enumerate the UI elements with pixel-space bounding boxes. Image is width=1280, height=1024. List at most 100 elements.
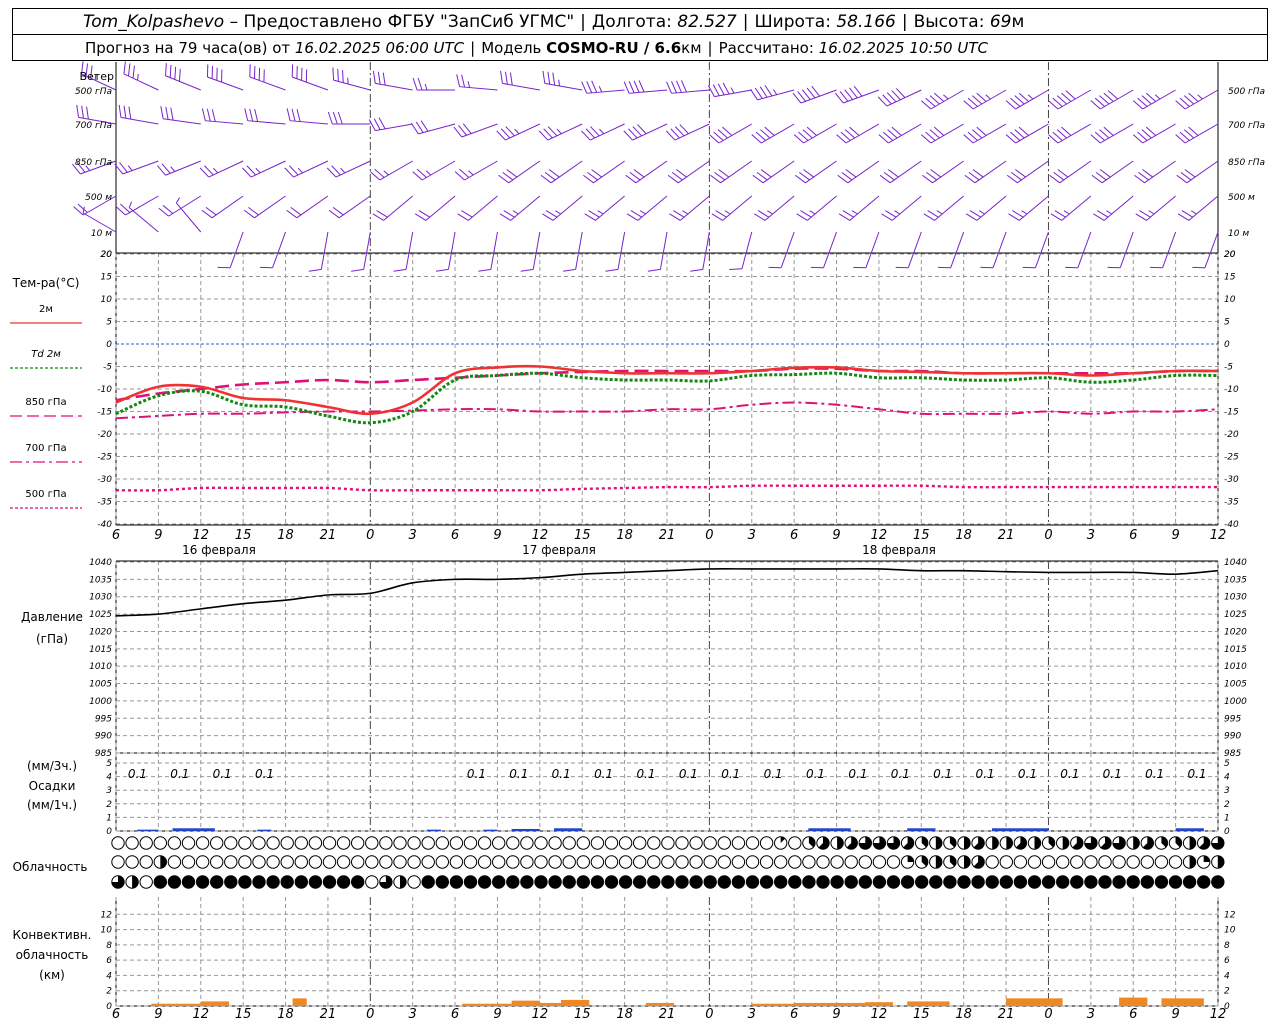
barb-flag bbox=[205, 206, 217, 216]
cloud-cover-symbol bbox=[745, 836, 760, 850]
precip-tick-left: 5 bbox=[106, 759, 112, 769]
barb-staff bbox=[934, 195, 965, 221]
press-tick-right: 995 bbox=[1224, 714, 1241, 724]
cloud-circle bbox=[435, 855, 449, 869]
cloud-cover-symbol bbox=[1013, 855, 1028, 869]
cloud-circle bbox=[1070, 875, 1084, 889]
cloud-cover-symbol bbox=[1056, 836, 1070, 850]
cloud-cover-symbol bbox=[1140, 855, 1155, 869]
cloud-cover-symbol bbox=[336, 855, 351, 869]
cloud-cover-symbol bbox=[590, 836, 605, 850]
cloud-cover-symbol bbox=[915, 836, 929, 850]
cloud-cover-symbol bbox=[1084, 875, 1098, 889]
cloud-cover-symbol bbox=[562, 875, 576, 889]
temp-tick-left: 0 bbox=[106, 340, 112, 350]
barb-flag bbox=[965, 213, 978, 221]
cloud-circle bbox=[844, 855, 858, 869]
press-tick-right: 1025 bbox=[1224, 610, 1247, 620]
barb-flag bbox=[710, 174, 721, 184]
cloud-cover-symbol bbox=[943, 875, 957, 889]
press-tick-left: 1010 bbox=[89, 662, 112, 672]
cloud-circle bbox=[1013, 875, 1028, 889]
cloud-circle bbox=[717, 836, 731, 850]
temp-tick-right: -30 bbox=[1224, 475, 1239, 485]
cloud-circle bbox=[210, 836, 224, 850]
conv-tick-left: 12 bbox=[101, 910, 113, 920]
cloud-cover-symbol bbox=[1098, 836, 1112, 850]
barb-staff bbox=[1100, 89, 1134, 110]
barb-flag bbox=[286, 108, 291, 121]
precip-bar bbox=[808, 828, 851, 831]
cloud-circle bbox=[1182, 875, 1197, 889]
temp-tick-left: -15 bbox=[97, 408, 112, 418]
cloud-cover-symbol bbox=[844, 836, 858, 850]
barb-staff bbox=[459, 86, 498, 91]
cloud-cover-symbol bbox=[238, 855, 252, 869]
cloud-circle bbox=[506, 836, 520, 850]
barb-flag bbox=[328, 209, 340, 219]
cloud-circle bbox=[548, 836, 562, 850]
cloud-cover-symbol bbox=[604, 836, 619, 850]
cloud-cover-symbol bbox=[181, 836, 196, 850]
cloud-cover-symbol bbox=[985, 836, 999, 850]
cloud-cover-symbol bbox=[886, 855, 901, 869]
precip-tick-right: 3 bbox=[1224, 786, 1230, 796]
precip-bar bbox=[907, 828, 936, 831]
cloud-cover-symbol bbox=[802, 836, 816, 850]
barb-staff bbox=[1162, 231, 1177, 268]
cloud-circle bbox=[210, 875, 224, 889]
wind-barb bbox=[1132, 123, 1176, 144]
cloud-circle bbox=[618, 875, 633, 889]
barb-flag bbox=[211, 109, 216, 122]
cloud-cover-symbol bbox=[1140, 875, 1155, 889]
cloud-circle bbox=[449, 855, 464, 869]
barb-flag bbox=[591, 80, 598, 93]
cloud-cover-symbol bbox=[915, 855, 929, 869]
wind-barb bbox=[881, 195, 922, 221]
cloud-cover-symbol bbox=[1013, 836, 1028, 850]
cloud-cover-symbol bbox=[675, 875, 689, 889]
cloud-circle bbox=[492, 855, 506, 869]
cloud-circle bbox=[224, 855, 238, 869]
cloud-cover-symbol bbox=[900, 836, 915, 850]
cloud-cover-symbol bbox=[308, 855, 323, 869]
precip-tick-right: 2 bbox=[1224, 800, 1230, 810]
wind-barb bbox=[542, 195, 583, 221]
cloud-circle bbox=[548, 875, 562, 889]
cloud-circle bbox=[647, 875, 661, 889]
wind-barb bbox=[669, 195, 710, 221]
cloud-cover-symbol bbox=[971, 836, 985, 850]
barb-flag bbox=[922, 174, 933, 184]
barb-flag bbox=[1135, 213, 1147, 221]
hour-tick-label: 15 bbox=[913, 1007, 930, 1022]
wind-barb bbox=[542, 70, 583, 91]
barb-flag bbox=[799, 171, 810, 181]
cloud-circle bbox=[1140, 875, 1155, 889]
barb-flag bbox=[372, 213, 384, 221]
barb-flag bbox=[170, 107, 174, 121]
hour-tick-label: 15 bbox=[913, 528, 930, 543]
cloud-cover-symbol bbox=[1070, 875, 1084, 889]
barb-half-flag bbox=[340, 167, 346, 174]
cloud-fill-sector bbox=[964, 836, 971, 850]
wind-barb bbox=[1050, 195, 1092, 221]
cloud-cover-symbol bbox=[280, 875, 294, 889]
barb-flag bbox=[308, 268, 322, 272]
cloud-circle bbox=[675, 855, 689, 869]
wind-barb bbox=[286, 195, 329, 219]
cloud-cover-symbol bbox=[379, 855, 393, 869]
precip-tick-left: 0 bbox=[106, 827, 112, 837]
hour-tick-label: 0 bbox=[705, 528, 713, 543]
cloud-cover-symbol bbox=[266, 875, 280, 889]
barb-flag bbox=[1010, 171, 1022, 181]
cloud-circle bbox=[167, 836, 182, 850]
cloud-circle bbox=[308, 836, 323, 850]
cloud-circle bbox=[407, 875, 421, 889]
cloud-cover-symbol bbox=[111, 875, 125, 889]
cloud-cover-symbol bbox=[435, 836, 449, 850]
cloud-cover-symbol bbox=[900, 875, 915, 889]
precip-3h-label: 0.1 bbox=[636, 767, 655, 781]
barb-flag bbox=[410, 123, 419, 135]
cloud-cover-symbol bbox=[294, 836, 308, 850]
cloud-cover-symbol bbox=[703, 875, 717, 889]
